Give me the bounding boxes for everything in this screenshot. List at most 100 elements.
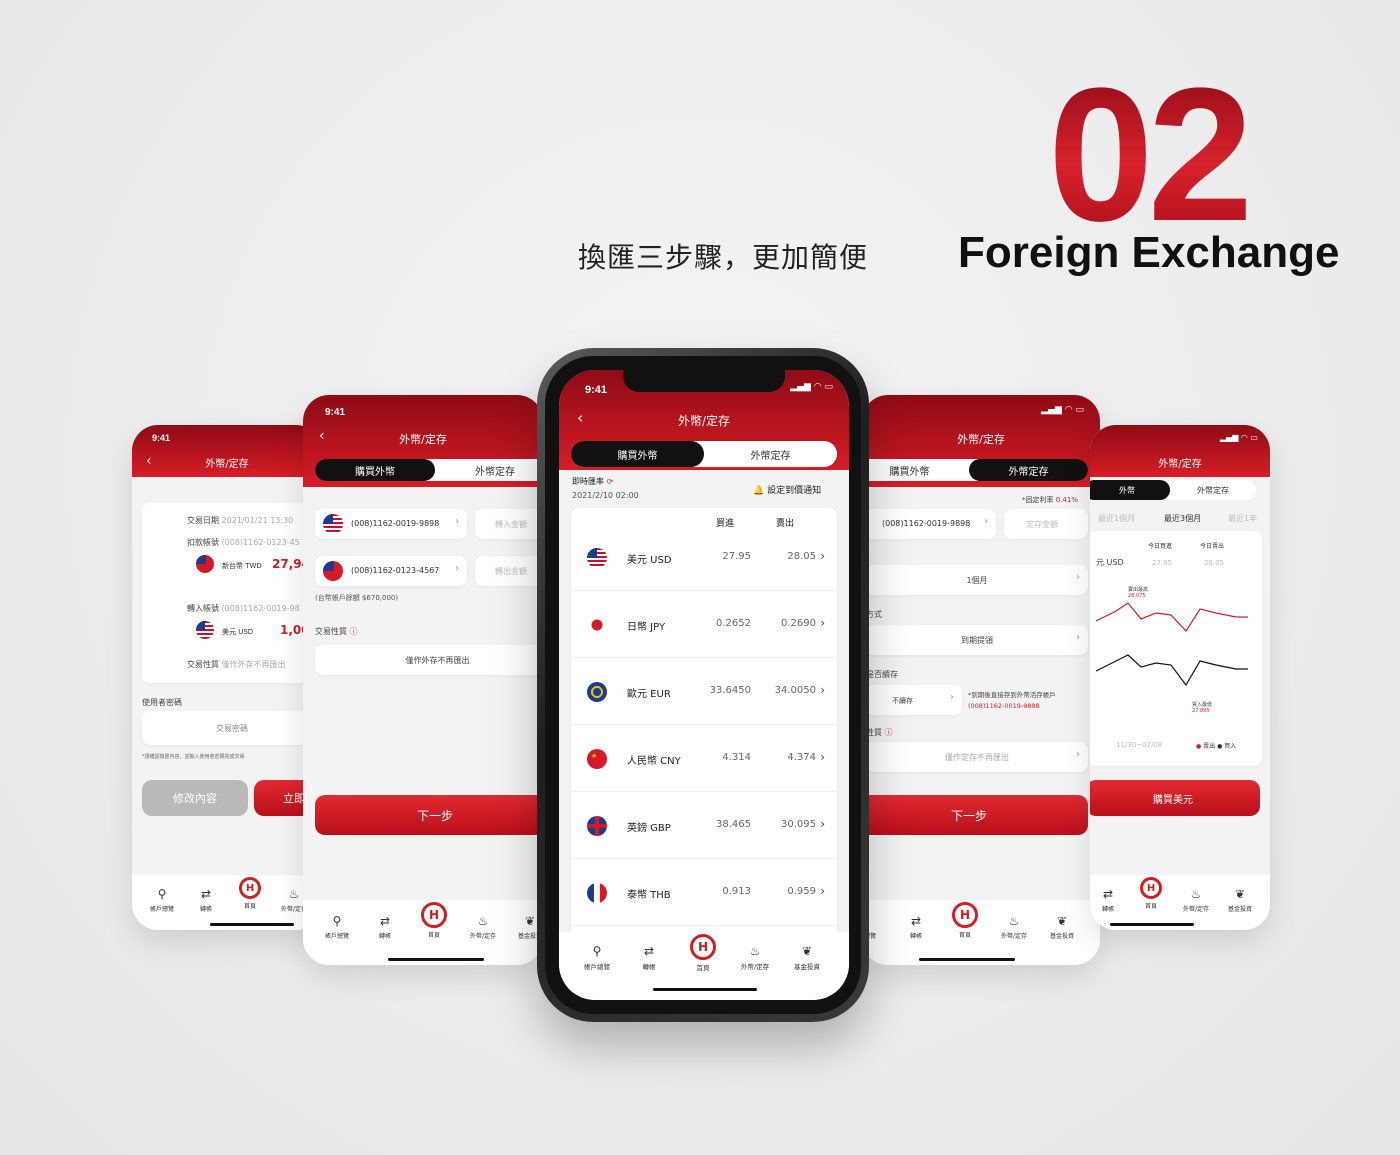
nav-fund[interactable]: ❦ 基金投資 [785, 944, 829, 971]
nav-fx[interactable]: ♨ 外幣/定存 [461, 914, 505, 940]
rate-row[interactable]: 英鎊 GBP 38.465 30.095 › [571, 792, 837, 859]
tab-fx-deposit[interactable]: 外幣定存 [704, 441, 837, 467]
status-icons: ▂▄▆ ◠ ▭ [1219, 433, 1258, 442]
chevron-right-icon: › [820, 750, 825, 764]
buy-rate: 27.95 [722, 551, 751, 562]
currency-name: 英鎊 GBP [627, 823, 671, 834]
legend-sell-dot: ● [1196, 743, 1202, 750]
nature-label: 交易性質 [187, 660, 219, 669]
sell-rate: 4.374 [787, 752, 816, 763]
help-icon[interactable]: ⓘ [885, 728, 893, 737]
account-twd: (008)1162-0123-4567 [351, 566, 440, 575]
nav-fx[interactable]: ♨ 外幣/定存 [1174, 887, 1218, 913]
nav-accounts[interactable]: ⚲帳戶總覽 [140, 887, 184, 913]
rate-row[interactable]: 日幣 JPY 0.2652 0.2690 › [571, 591, 837, 658]
price-alert-button[interactable]: 🔔 設定到價通知 [753, 483, 821, 496]
buy-low-value: 27.895 [1192, 708, 1210, 714]
bottom-nav: ⚲帳戶總覽 ⇄轉帳 H首頁 ♨外幣/定存 ❦基金投資 [303, 900, 543, 965]
transfer-icon: ⇄ [379, 914, 391, 928]
rate-row[interactable]: 泰幣 THB 0.913 0.959 › [571, 859, 837, 926]
nav-accounts[interactable]: ⚲帳戶總覽 [575, 944, 619, 971]
nav-home[interactable]: H 首頁 [681, 934, 725, 972]
nav-transfer[interactable]: ⇄ 轉帳 [627, 944, 671, 971]
nav-home[interactable]: H 首頁 [228, 877, 272, 910]
rate-row[interactable]: 美元 USD 27.95 28.05 › [571, 524, 837, 591]
transfer-icon: ⇄ [643, 944, 655, 958]
transfer-icon: ⇄ [200, 887, 212, 901]
out-amount-input[interactable]: 轉出金額 [475, 556, 543, 586]
nav-home[interactable]: H 首頁 [1129, 877, 1173, 910]
nav-transfer[interactable]: ⇄ 轉帳 [184, 887, 228, 913]
tab-buy-fx[interactable]: 購買外幣 [315, 459, 435, 481]
nav-transfer[interactable]: ⇄ 轉帳 [894, 914, 938, 940]
password-input[interactable]: 交易密碼 [142, 711, 322, 745]
account-twd-select[interactable]: (008)1162-0123-4567 › [315, 556, 467, 586]
next-button[interactable]: 下一步 [862, 795, 1088, 835]
rate-row[interactable]: 歐元 EUR 33.6450 34.0050 › [571, 658, 837, 725]
page-title: 外幣/定存 [957, 433, 1005, 446]
rate-row[interactable]: ★ 人民幣 CNY 4.314 4.374 › [571, 725, 837, 792]
term-select[interactable]: 1個月 › [866, 565, 1088, 595]
tab-bar: 購買外幣 外幣定存 [571, 441, 837, 467]
nav-fx[interactable]: ♨ 外幣/定存 [992, 914, 1036, 940]
header: 9:41 ‹ 外幣/定存 [132, 425, 322, 477]
method-select[interactable]: 到期提領 › [866, 625, 1088, 655]
nav-fund[interactable]: ❦ 基金投資 [1040, 914, 1084, 940]
chevron-right-icon: › [820, 549, 825, 563]
buy-rate: 0.2652 [716, 618, 751, 629]
currency-name: 美元 USD [627, 555, 672, 566]
nav-transfer[interactable]: ⇄ 轉帳 [1090, 887, 1130, 913]
buy-usd-button[interactable]: 購買美元 [1090, 780, 1260, 816]
tab-buy-fx[interactable]: 購買外幣 [862, 459, 969, 481]
trade-date-label: 交易日期 [187, 516, 219, 525]
range-1y[interactable]: 最近1年 [1228, 513, 1257, 524]
edit-button[interactable]: 修改內容 [142, 780, 248, 816]
status-icons: ▂▄▆ ◠ ▭ [1041, 405, 1084, 415]
nav-accounts[interactable]: ⚲帳戶總覽 [315, 914, 359, 940]
tab-fx-deposit[interactable]: 外幣定存 [435, 459, 543, 481]
deposit-amount-input[interactable]: 定存金額 [1004, 509, 1088, 539]
range-3m[interactable]: 最近3個月 [1164, 513, 1201, 524]
bell-icon: 🔔 [753, 486, 765, 496]
chevron-right-icon: › [1076, 749, 1080, 760]
bottom-nav: ⚲帳戶總覽 ⇄轉帳 H首頁 ♨外幣/定存 ❦基金投資 [862, 900, 1100, 965]
credit-value: (008)1162-0019-98 [221, 604, 300, 613]
nature-select[interactable]: 僅作外存不再匯出 [315, 645, 543, 675]
tab-fx-deposit[interactable]: 外幣定存 [969, 459, 1088, 481]
today-sell: 28.05 [1204, 559, 1225, 567]
nav-fund[interactable]: ❦ 基金投資 [1218, 887, 1262, 913]
nature-select[interactable]: 僅作定存不再匯出 › [866, 742, 1088, 772]
help-icon[interactable]: ⓘ [350, 627, 358, 636]
chart-card: 元 USD 今日買進 今日賣出 27.95 28.05 賣出最高 28.075 … [1090, 531, 1262, 766]
hero-subtitle: 換匯三步驟，更加簡便 [578, 241, 869, 274]
money-bag-icon: ⚲ [332, 914, 342, 928]
renew-select[interactable]: 不續存 › [866, 685, 962, 715]
money-bag-icon: ⚲ [592, 944, 602, 958]
in-amount-input[interactable]: 轉入金額 [475, 509, 543, 539]
realtime-label: 即時匯率 [572, 477, 604, 486]
next-button[interactable]: 下一步 [315, 795, 543, 835]
refresh-icon[interactable]: ⟳ [607, 477, 614, 486]
screen-deposit: 外幣/定存 ▂▄▆ ◠ ▭ 購買外幣 外幣定存 *固定利率 0.41% (008… [862, 395, 1100, 965]
home-logo-icon: H [421, 902, 447, 928]
account-select[interactable]: (008)1162-0019-9898 › [862, 509, 996, 539]
tab-buy-fx[interactable]: 購買外幣 [571, 441, 704, 467]
flag-us-icon [196, 621, 214, 639]
chevron-right-icon: › [820, 817, 825, 831]
tab-fx-deposit[interactable]: 外幣定存 [1170, 480, 1256, 500]
password-placeholder: 交易密碼 [216, 724, 248, 733]
nav-fx[interactable]: ♨ 外幣/定存 [733, 944, 777, 971]
sell-rate: 34.0050 [774, 685, 816, 696]
in-amount-placeholder: 轉入金額 [495, 520, 527, 529]
nav-home[interactable]: H 首頁 [412, 902, 456, 939]
chevron-right-icon: › [1076, 632, 1080, 643]
status-icons: ▂▄▆ ◠ ▭ [790, 382, 833, 392]
account-usd: (008)1162-0019-9898 [351, 519, 440, 528]
nav-transfer[interactable]: ⇄ 轉帳 [363, 914, 407, 940]
nav-home[interactable]: H 首頁 [943, 902, 987, 939]
range-1m[interactable]: 最近1個月 [1098, 513, 1135, 524]
tab-buy-fx[interactable]: 外幣 [1090, 480, 1170, 500]
buy-line [1095, 654, 1248, 687]
status-time: 9:41 [325, 407, 346, 418]
account-usd-select[interactable]: (008)1162-0019-9898 › [315, 509, 467, 539]
